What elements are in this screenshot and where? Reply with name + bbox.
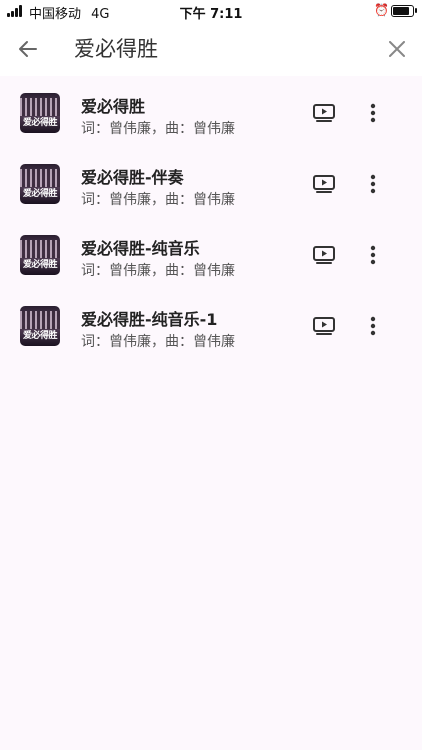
more-vertical-icon (370, 174, 376, 194)
more-options-button[interactable] (361, 99, 385, 127)
battery-icon (391, 5, 417, 17)
song-title: 爱必得胜-纯音乐-1 (81, 310, 218, 329)
song-title: 爱必得胜 (81, 97, 146, 116)
play-video-button[interactable] (310, 172, 338, 196)
video-play-icon (313, 246, 335, 264)
more-vertical-icon (370, 103, 376, 123)
status-bar: 中国移动 4G 下午 7:11 ⏰ (0, 0, 422, 22)
list-item[interactable]: 爱必得胜 爱必得胜-纯音乐 词：曾伟廉，曲：曾伟廉 (0, 220, 422, 291)
more-vertical-icon (370, 245, 376, 265)
song-thumbnail: 爱必得胜 (20, 164, 60, 204)
back-button[interactable] (12, 34, 44, 64)
status-time: 下午 7:11 (179, 7, 243, 22)
search-input[interactable]: 爱必得胜 (74, 34, 158, 64)
play-video-button[interactable] (310, 101, 338, 125)
song-title: 爱必得胜-伴奏 (81, 168, 184, 187)
alarm-icon: ⏰ (374, 3, 389, 17)
video-play-icon (313, 104, 335, 122)
list-item[interactable]: 爱必得胜 爱必得胜 词：曾伟廉，曲：曾伟廉 (0, 78, 422, 149)
play-video-button[interactable] (310, 243, 338, 267)
video-play-icon (313, 175, 335, 193)
list-item[interactable]: 爱必得胜 爱必得胜-纯音乐-1 词：曾伟廉，曲：曾伟廉 (0, 291, 422, 362)
arrow-left-icon (19, 41, 37, 57)
song-title: 爱必得胜-纯音乐 (81, 239, 200, 258)
list-item[interactable]: 爱必得胜 爱必得胜-伴奏 词：曾伟廉，曲：曾伟廉 (0, 149, 422, 220)
song-thumbnail: 爱必得胜 (20, 93, 60, 133)
play-video-button[interactable] (310, 314, 338, 338)
song-credits: 词：曾伟廉，曲：曾伟廉 (81, 334, 235, 350)
search-results-list: 爱必得胜 爱必得胜 词：曾伟廉，曲：曾伟廉 爱必得胜 爱必得胜-伴奏 词：曾伟廉… (0, 78, 422, 362)
more-options-button[interactable] (361, 170, 385, 198)
search-header: 爱必得胜 (0, 22, 422, 76)
song-credits: 词：曾伟廉，曲：曾伟廉 (81, 121, 235, 137)
clear-search-button[interactable] (382, 34, 412, 64)
song-credits: 词：曾伟廉，曲：曾伟廉 (81, 192, 235, 208)
more-options-button[interactable] (361, 312, 385, 340)
song-credits: 词：曾伟廉，曲：曾伟廉 (81, 263, 235, 279)
close-icon (389, 41, 405, 57)
song-thumbnail: 爱必得胜 (20, 306, 60, 346)
more-vertical-icon (370, 316, 376, 336)
song-thumbnail: 爱必得胜 (20, 235, 60, 275)
more-options-button[interactable] (361, 241, 385, 269)
video-play-icon (313, 317, 335, 335)
